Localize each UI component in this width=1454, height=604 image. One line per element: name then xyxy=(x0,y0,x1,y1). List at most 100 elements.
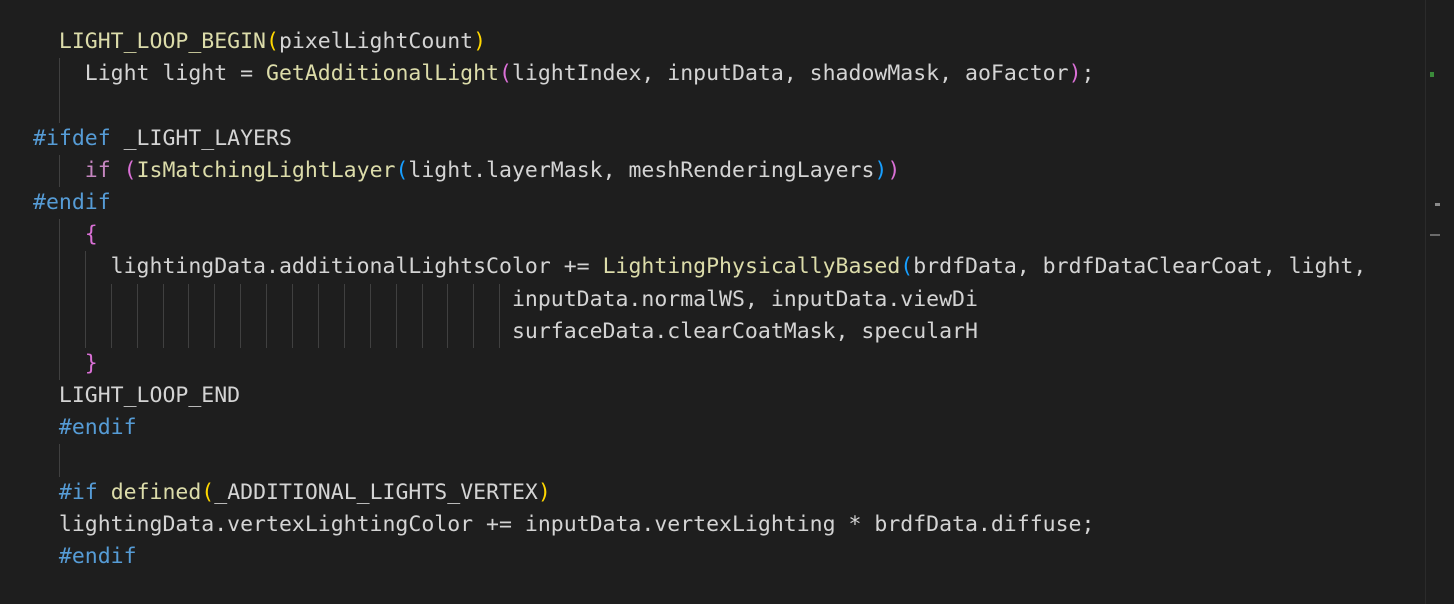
indent-guide xyxy=(421,283,423,316)
indent-guide xyxy=(84,315,86,348)
indent-guide xyxy=(58,90,60,123)
code-token: ( xyxy=(266,29,279,54)
code-line[interactable]: surfaceData.clearCoatMask, specularH xyxy=(33,315,1366,348)
code-line[interactable]: { xyxy=(33,219,1366,252)
indent-guide xyxy=(58,154,60,187)
code-area[interactable]: LIGHT_LOOP_BEGIN(pixelLightCount) Light … xyxy=(33,26,1366,573)
code-token: LIGHT_LOOP_END xyxy=(58,383,241,409)
code-editor[interactable]: LIGHT_LOOP_BEGIN(pixelLightCount) Light … xyxy=(0,0,1440,604)
indent-guide xyxy=(214,283,216,316)
code-token: #endif xyxy=(58,415,137,441)
code-line[interactable]: #ifdef _LIGHT_LAYERS xyxy=(33,123,1366,155)
indent-guide xyxy=(343,283,345,316)
indent-guide xyxy=(214,315,216,348)
code-token: surfaceData.clearCoatMask, specularH xyxy=(511,318,978,344)
code-token: ( xyxy=(900,254,914,280)
code-line[interactable]: #endif xyxy=(33,541,1366,573)
code-token: ) xyxy=(1068,61,1082,87)
code-token: #if xyxy=(58,479,98,505)
indent-guide xyxy=(84,251,86,284)
indent-guide xyxy=(292,283,293,316)
code-line[interactable] xyxy=(33,444,1366,477)
code-token: pixelLightCount xyxy=(278,29,474,54)
indent-guide xyxy=(317,283,319,316)
code-token: inputData.normalWS, inputData.viewDi xyxy=(511,286,978,312)
code-line[interactable]: inputData.normalWS, inputData.viewDi xyxy=(33,283,1366,316)
indent-guide xyxy=(162,315,164,348)
indent-guide xyxy=(162,283,164,316)
indent-guide xyxy=(58,58,60,91)
indent-guide xyxy=(110,283,112,316)
overview-marker xyxy=(1435,203,1440,206)
code-token: ) xyxy=(537,479,551,505)
code-token: lightingData.additionalLightsColor += xyxy=(110,254,603,280)
code-token: ) xyxy=(874,157,888,183)
indent-guide xyxy=(188,283,190,316)
indent-guide xyxy=(58,315,60,348)
code-token: _LIGHT_LAYERS xyxy=(110,125,292,151)
code-line[interactable]: } xyxy=(33,347,1366,381)
indent-guide xyxy=(266,283,268,316)
code-token: #ifdef xyxy=(33,125,111,151)
vertical-scrollbar[interactable] xyxy=(1425,0,1440,604)
indent-guide xyxy=(499,315,501,348)
code-line[interactable]: #if defined(_ADDITIONAL_LIGHTS_VERTEX) xyxy=(33,477,1366,509)
code-token: defined xyxy=(110,479,202,505)
code-line[interactable] xyxy=(33,90,1366,123)
indent-guide xyxy=(369,283,371,316)
indent-guide xyxy=(84,283,86,316)
code-token: ) xyxy=(473,29,487,54)
code-line[interactable]: LIGHT_LOOP_END xyxy=(33,380,1366,412)
indent-guide xyxy=(473,315,475,348)
indent-guide xyxy=(58,444,60,477)
code-token: lightingData.vertexLightingColor += inpu… xyxy=(58,511,1095,537)
code-line[interactable]: lightingData.additionalLightsColor += Li… xyxy=(33,251,1367,284)
indent-guide xyxy=(447,315,449,348)
indent-guide xyxy=(395,283,397,316)
indent-guide xyxy=(58,219,60,252)
code-token: ( xyxy=(123,157,137,183)
code-token: ( xyxy=(395,157,409,183)
indent-guide xyxy=(499,283,501,316)
change-marker xyxy=(1430,72,1434,77)
overview-marker xyxy=(1430,234,1440,236)
code-line[interactable]: Light light = GetAdditionalLight(lightIn… xyxy=(33,58,1366,91)
indent-guide xyxy=(240,283,242,316)
code-token: ; xyxy=(1081,61,1095,87)
code-line[interactable]: lightingData.vertexLightingColor += inpu… xyxy=(33,509,1366,541)
code-line[interactable]: #endif xyxy=(33,187,1366,219)
code-token: LightingPhysicallyBased xyxy=(602,254,901,280)
indent-guide xyxy=(188,315,190,348)
code-line[interactable]: LIGHT_LOOP_BEGIN(pixelLightCount) xyxy=(33,26,1366,58)
code-token: light.layerMask, meshRenderingLayers xyxy=(408,157,875,183)
code-token: #endif xyxy=(33,189,111,215)
code-token: #endif xyxy=(58,544,137,569)
indent-guide xyxy=(292,315,293,348)
indent-guide xyxy=(136,315,138,348)
code-token: lightIndex, inputData, shadowMask, aoFac… xyxy=(511,61,1069,87)
indent-guide xyxy=(473,283,475,316)
indent-guide xyxy=(421,315,423,348)
code-token: { xyxy=(84,222,98,248)
indent-guide xyxy=(447,283,449,316)
indent-guide xyxy=(58,283,60,316)
code-line[interactable]: #endif xyxy=(33,412,1366,444)
indent-guide xyxy=(136,283,138,316)
code-token: } xyxy=(84,350,98,376)
code-token: brdfData, brdfDataClearCoat, light, xyxy=(913,254,1367,280)
code-line[interactable]: if (IsMatchingLightLayer(light.layerMask… xyxy=(33,154,1366,187)
indent-guide xyxy=(110,315,112,348)
code-token: Light light = xyxy=(84,61,266,87)
indent-guide xyxy=(395,315,397,348)
indent-guide xyxy=(343,315,345,348)
indent-guide xyxy=(240,315,242,348)
